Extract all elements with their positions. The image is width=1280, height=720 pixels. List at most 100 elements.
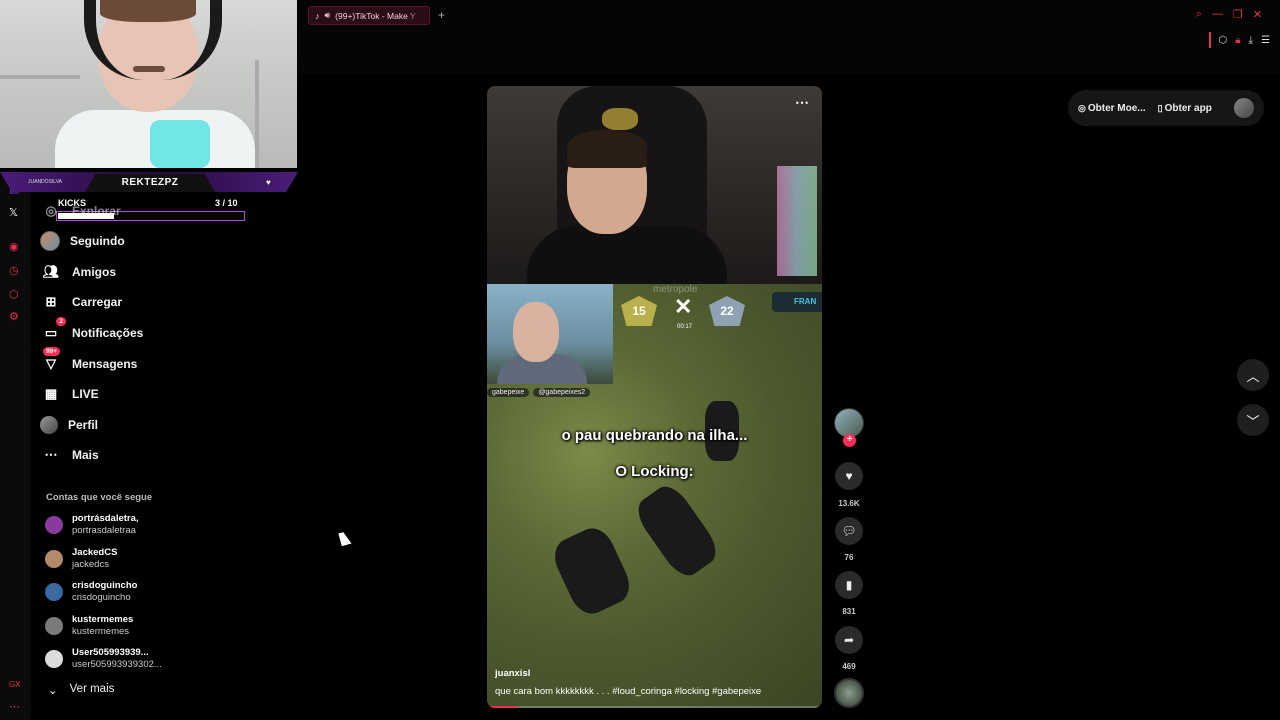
rgb-light [150, 120, 210, 168]
browser-side-rail: ▣ 𝕏 ◉ ◷ ⬡ ⚙ GX ⋯ [0, 178, 31, 720]
overlay-tag: gabepeixe [487, 388, 530, 397]
sidebar-item-label: Mais [72, 448, 99, 462]
chair-logo [602, 108, 638, 130]
sidebar-item-label: Perfil [68, 418, 99, 432]
browser-tools: ⬡ 🔒︎ ⤓ ☰ [1208, 32, 1270, 48]
sidebar-item-explore[interactable]: ◎ Explorar [40, 197, 121, 225]
video-more-options-button[interactable]: ⋯ [795, 94, 810, 111]
team-label: FRAN [772, 292, 822, 312]
sidebar-item-live[interactable]: ▦ LIVE [40, 380, 99, 408]
search-icon[interactable]: ⌕ [1196, 8, 1202, 21]
webcam-overlay [0, 0, 297, 168]
following-section-title: Contas que você segue [46, 492, 153, 503]
sidebar-item-more[interactable]: ⋯ Mais [40, 441, 99, 469]
tab-title: (99+)TikTok - Make Y [335, 10, 416, 21]
account-name: crisdoguincho [72, 580, 138, 591]
share-count: 469 [842, 662, 856, 671]
comment-icon: 💬︎ [841, 524, 857, 538]
sidebar-item-label: Amigos [72, 265, 117, 279]
menu-icon[interactable]: ☰ [1261, 35, 1270, 46]
upload-icon: ⊞ [45, 294, 57, 309]
account-name: User505993939... [72, 647, 149, 658]
door-frame [255, 60, 259, 168]
extensions-icon[interactable]: ⬡ [1219, 35, 1228, 46]
live-icon: ▦ [44, 386, 58, 401]
save-button[interactable]: ▮ [835, 571, 863, 599]
avatar [45, 516, 63, 534]
chevron-down-icon: ⌄ [48, 685, 58, 697]
next-video-button[interactable]: ﹀ [1237, 404, 1269, 436]
video-progress-bar[interactable] [487, 706, 822, 708]
compass-icon: ◎ [45, 203, 57, 218]
stream-name-bar: JUANDOSILVA REKTEZPZ ♥ [0, 168, 300, 198]
comment-count: 76 [844, 553, 854, 562]
notifications-icon: ▭ 2 [40, 317, 66, 344]
friends-icon: 👥︎ [42, 264, 60, 279]
followed-account[interactable]: User505993939... user505993939302... [45, 644, 162, 674]
sidebar-item-label: Mensagens [72, 357, 138, 371]
comment-button[interactable]: 💬︎ [835, 517, 863, 545]
versus-icon: ✕ [674, 294, 693, 319]
match-timer: 00:17 [677, 324, 693, 330]
extensions-rail-icon[interactable]: ⬡ [9, 288, 19, 301]
sidebar-item-friends[interactable]: 👥︎ Amigos [40, 258, 116, 286]
followed-account[interactable]: crisdoguincho crisdoguincho [45, 577, 137, 607]
get-app-label: Obter app [1164, 102, 1212, 114]
get-app-button[interactable]: ▯ Obter app [1158, 103, 1212, 114]
kicks-count: 3 / 10 [215, 198, 238, 208]
opera-gx-icon[interactable]: GX [9, 680, 21, 689]
browser-tab[interactable]: ♪ 🔊︎ (99+)TikTok - Make Y [308, 6, 430, 25]
get-coins-label: Obter Moe... [1087, 102, 1146, 114]
followed-account[interactable]: kustermemes kustermemes [45, 611, 133, 641]
settings-icon[interactable]: ⚙ [9, 310, 19, 323]
chevron-up-icon: ︿ [1246, 368, 1260, 384]
streamer-name: REKTEZPZ [85, 174, 215, 192]
sidebar-item-following[interactable]: Seguindo [40, 227, 125, 255]
sidebar-item-messages[interactable]: ▽ 99+ Mensagens [40, 347, 138, 378]
sidebar-item-profile[interactable]: Perfil [40, 411, 98, 439]
avatar [45, 650, 63, 668]
user-avatar[interactable] [1234, 98, 1254, 118]
video-caption-1: o pau quebrando na ilha... [561, 427, 748, 444]
followed-account[interactable]: JackedCS jackedcs [45, 544, 117, 574]
sidebar-item-label: LIVE [72, 387, 99, 401]
sidebar-item-notifications[interactable]: ▭ 2 Notificações [40, 317, 143, 347]
video-author[interactable]: juanxisl [495, 668, 530, 679]
account-username: kustermemes [72, 626, 130, 637]
video-player[interactable]: ⋯ gabepeixe @gabepeixes2 metropole 15 ✕ … [487, 86, 822, 708]
clock-icon[interactable]: ◷ [9, 264, 19, 277]
sidebar-item-upload[interactable]: ⊞ Carregar [40, 288, 122, 316]
music-disc-icon[interactable] [834, 678, 864, 708]
avatar [45, 550, 63, 568]
messages-badge: 99+ [42, 347, 60, 356]
sidebar-item-label: Explorar [72, 204, 121, 218]
lock-icon[interactable]: 🔒︎ [1235, 35, 1240, 46]
sidebar-item-label: Seguindo [70, 234, 125, 248]
restore-button[interactable]: ❐ [1233, 8, 1243, 21]
account-username: portrasdaletraa [72, 525, 136, 536]
game-scoreboard: metropole 15 ✕ 22 00:17 [621, 284, 751, 332]
minimize-button[interactable]: — [1212, 8, 1223, 21]
video-caption-2: O Locking: [615, 463, 694, 480]
close-button[interactable]: ✕ [1253, 8, 1262, 21]
like-button[interactable]: ♥ [835, 462, 863, 490]
followed-account[interactable]: portrásdaletra, portrasdaletraa [45, 510, 139, 540]
more-rail-icon[interactable]: ⋯ [9, 700, 20, 713]
profile-avatar-icon [40, 416, 58, 434]
share-icon: ➦ [843, 633, 855, 647]
previous-video-button[interactable]: ︿ [1237, 359, 1269, 391]
new-tab-button[interactable]: + [438, 8, 445, 22]
x-icon[interactable]: 𝕏 [9, 206, 18, 219]
chevron-down-icon: ﹀ [1246, 413, 1260, 429]
heart-icon: ♥ [845, 469, 853, 483]
play-circle-icon[interactable]: ◉ [9, 240, 19, 253]
see-more-button[interactable]: ⌄ Ver mais [48, 683, 114, 697]
follow-plus-icon[interactable]: + [843, 434, 856, 447]
get-coins-button[interactable]: ◎ Obter Moe... [1078, 103, 1146, 114]
overlay-tag: @gabepeixes2 [533, 388, 591, 397]
download-icon[interactable]: ⤓ [1249, 35, 1253, 46]
coin-icon: ◎ [1078, 102, 1086, 113]
share-button[interactable]: ➦ [835, 626, 863, 654]
bookmark-icon: ▮ [845, 578, 853, 592]
video-progress-fill [487, 706, 518, 708]
